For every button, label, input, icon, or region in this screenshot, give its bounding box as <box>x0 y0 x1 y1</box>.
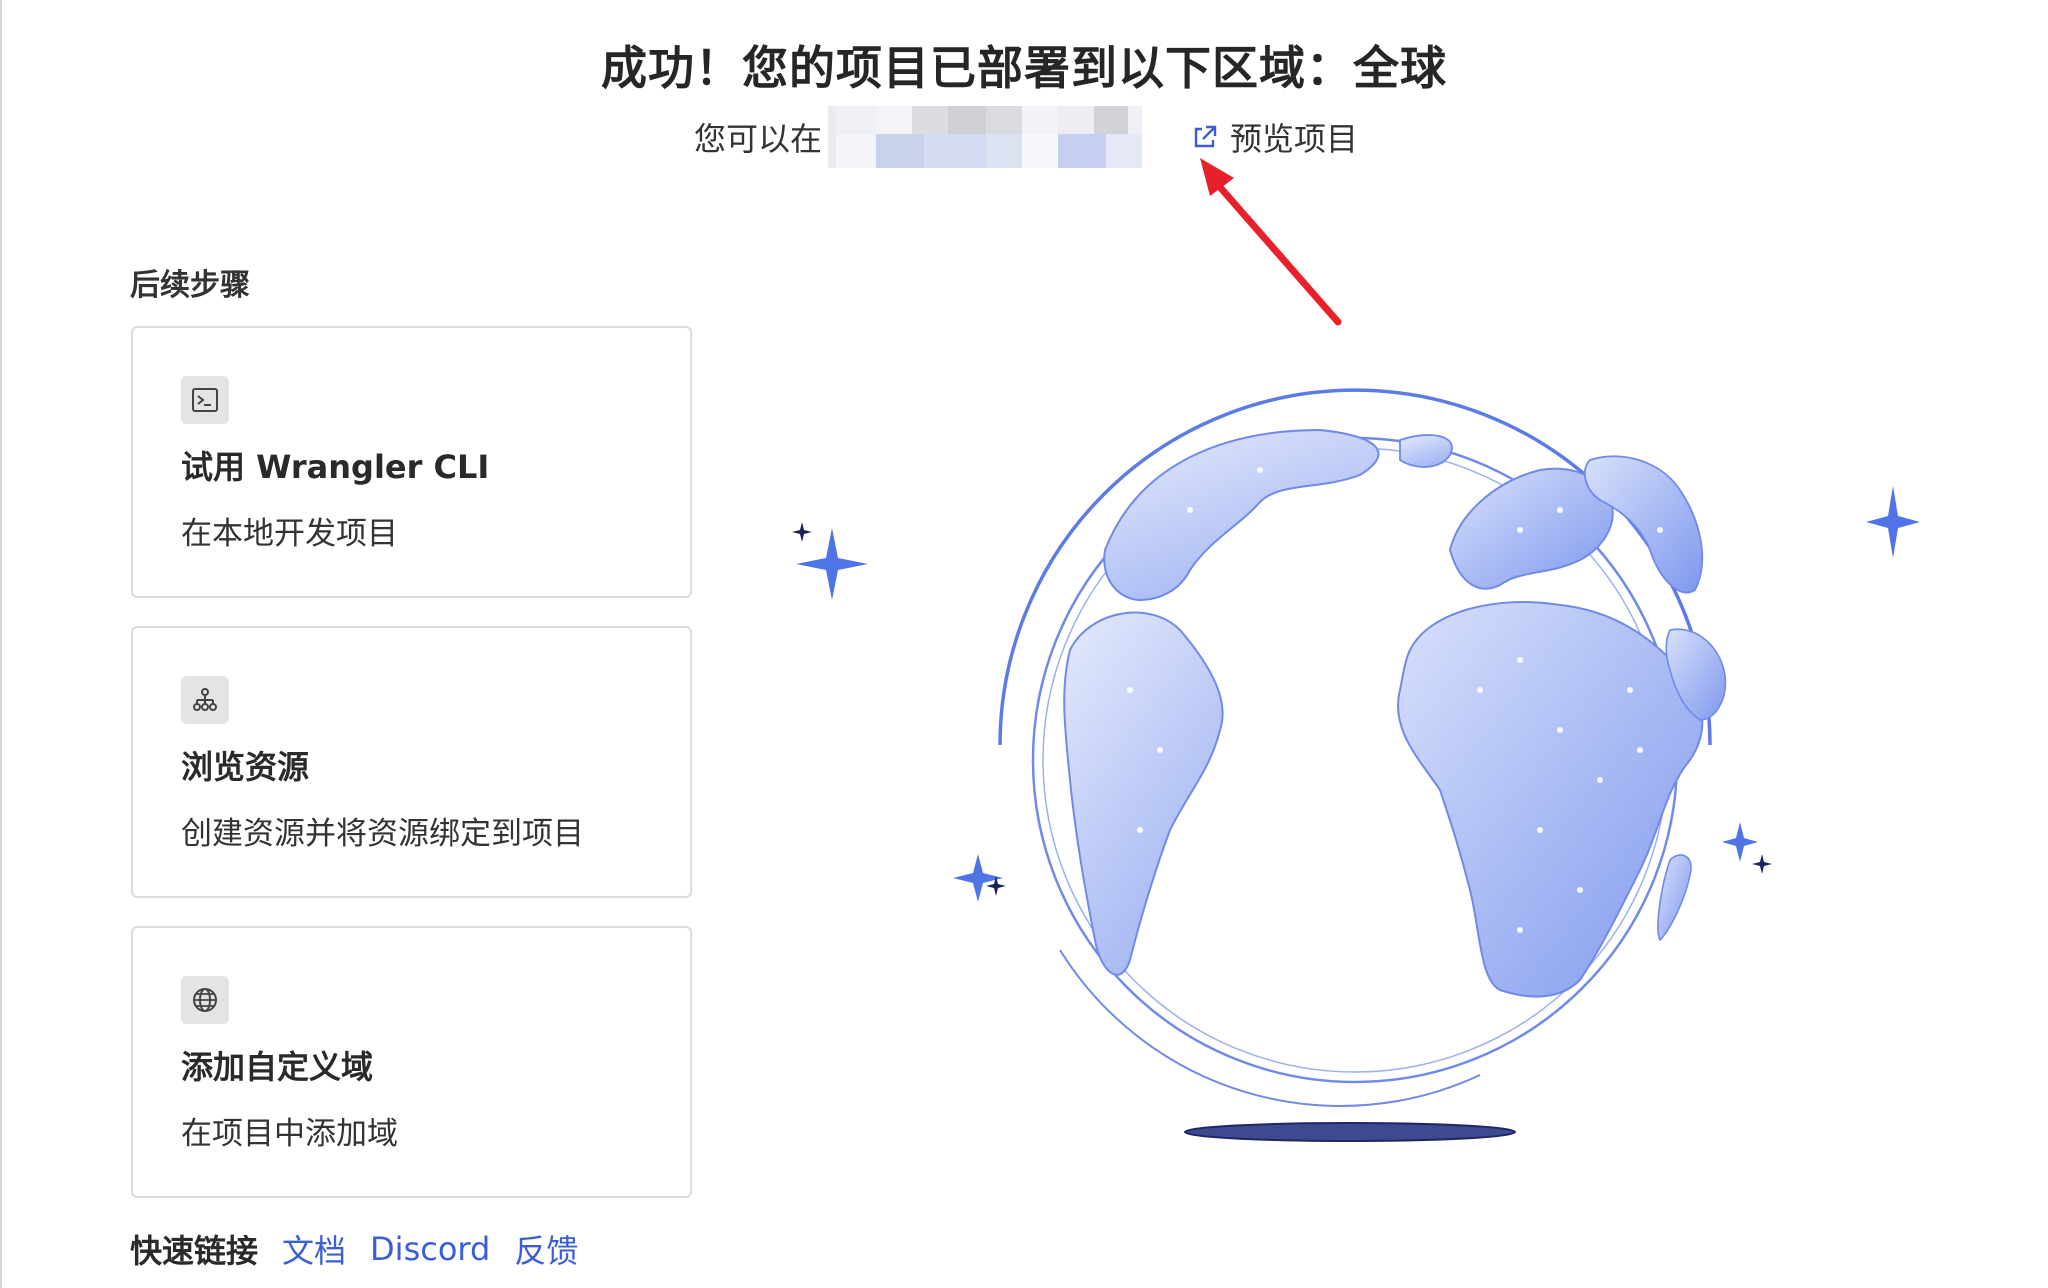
sitemap-icon <box>181 676 229 724</box>
card-wrangler-cli[interactable]: 试用 Wrangler CLI 在本地开发项目 <box>131 326 692 598</box>
page-title: 成功！您的项目已部署到以下区域：全球 <box>601 41 1447 95</box>
link-docs[interactable]: 文档 <box>282 1226 346 1272</box>
card-description: 在本地开发项目 <box>181 516 398 552</box>
terminal-icon <box>181 376 229 424</box>
link-discord[interactable]: Discord <box>370 1230 490 1268</box>
card-explore-resources[interactable]: 浏览资源 创建资源并将资源绑定到项目 <box>131 626 692 898</box>
window-edge <box>0 0 2 1288</box>
quick-links: 快速链接 文档 Discord 反馈 <box>130 1226 602 1272</box>
quick-links-label: 快速链接 <box>130 1232 259 1270</box>
card-title: 添加自定义域 <box>181 1048 374 1086</box>
card-description: 创建资源并将资源绑定到项目 <box>181 816 584 852</box>
link-feedback[interactable]: 反馈 <box>514 1226 578 1272</box>
card-title: 试用 Wrangler CLI <box>181 448 490 486</box>
card-title: 浏览资源 <box>181 748 310 786</box>
card-description: 在项目中添加域 <box>181 1116 398 1152</box>
next-steps-title: 后续步骤 <box>130 268 250 303</box>
globe-icon <box>181 976 229 1024</box>
card-add-custom-domain[interactable]: 添加自定义域 在项目中添加域 <box>131 926 692 1198</box>
globe-illustration <box>792 388 1920 1142</box>
